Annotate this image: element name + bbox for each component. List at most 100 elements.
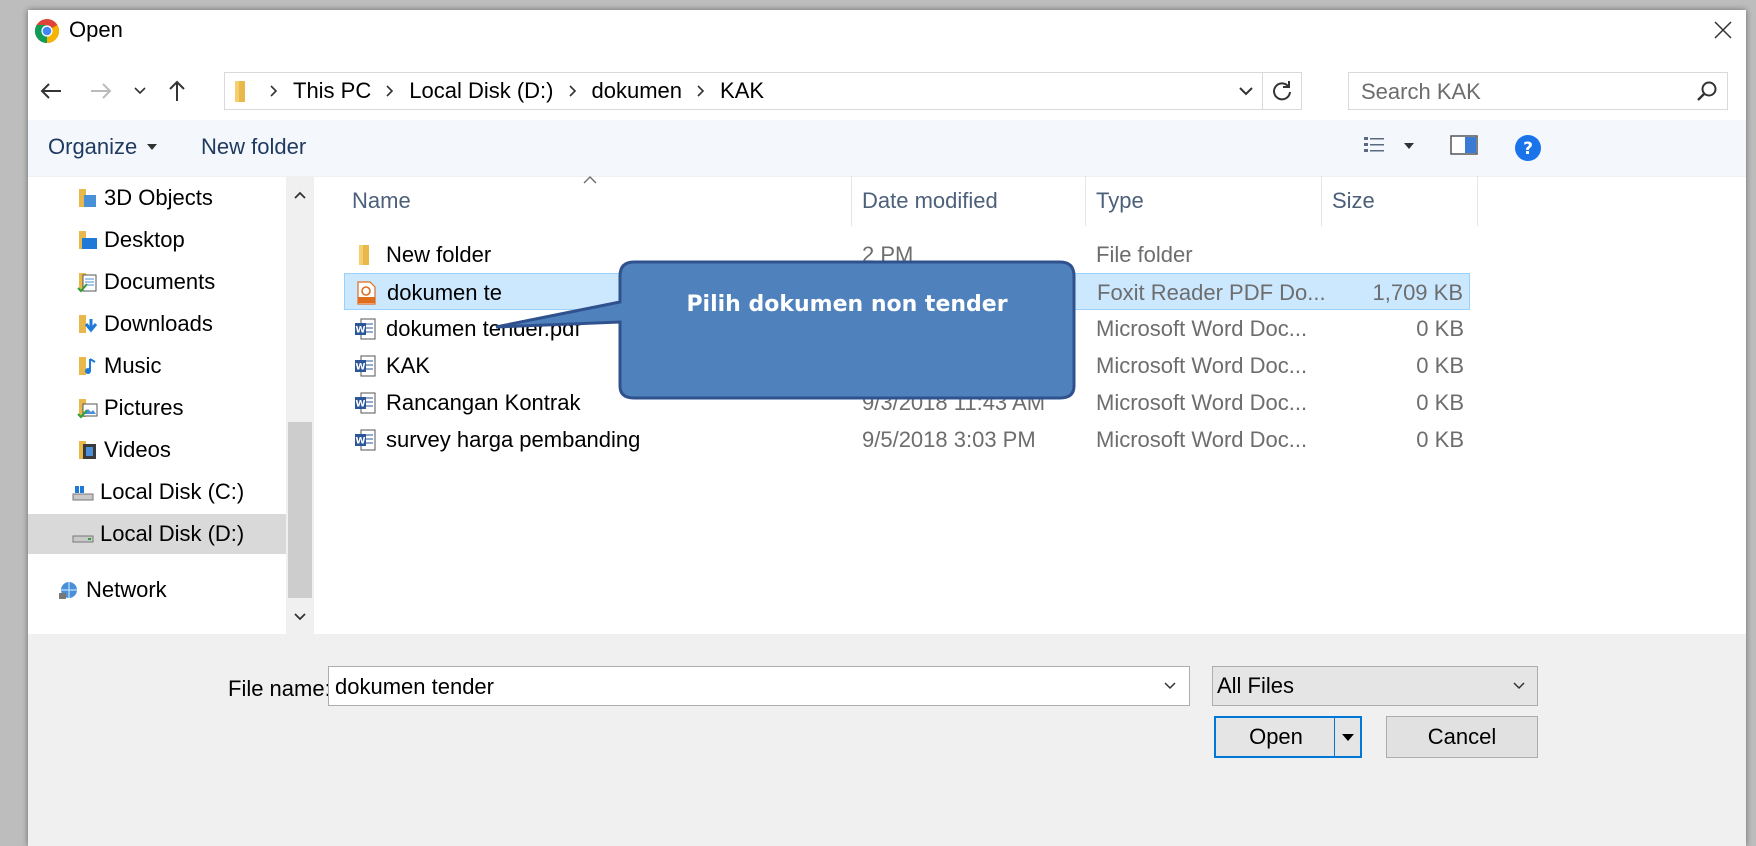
file-name-dropdown-button[interactable] (1155, 667, 1185, 705)
sidebar-item-network[interactable]: Network (28, 570, 286, 610)
drive-d-icon (72, 535, 94, 543)
videos-icon (79, 441, 96, 459)
sidebar-item-local-disk-d[interactable]: Local Disk (D:) (28, 514, 286, 554)
up-button[interactable] (162, 74, 192, 108)
sidebar-item-label: Local Disk (D:) (100, 521, 245, 546)
sidebar-item-downloads[interactable]: Downloads (28, 304, 286, 344)
word-doc-icon: W (355, 429, 376, 451)
breadcrumb-dokumen[interactable]: dokumen (592, 78, 683, 104)
sidebar-item-music[interactable]: Music (28, 346, 286, 386)
scroll-down-button[interactable] (286, 600, 314, 634)
details-view-icon (1364, 137, 1384, 152)
recent-locations-button[interactable] (128, 74, 152, 108)
forward-button[interactable] (84, 74, 118, 108)
folder-icon (235, 81, 245, 102)
sidebar-item-pictures[interactable]: Pictures (28, 388, 286, 428)
chevron-up-icon (294, 191, 306, 199)
cancel-label: Cancel (1427, 724, 1497, 749)
svg-text:W: W (356, 326, 366, 336)
sidebar-item-3d-objects[interactable]: 3D Objects (28, 178, 286, 218)
window-title: Open (69, 17, 123, 42)
scroll-up-button[interactable] (286, 178, 314, 212)
file-size: 0 KB (1416, 353, 1464, 378)
search-box[interactable] (1348, 72, 1728, 111)
sidebar-item-label: Desktop (104, 227, 185, 252)
downloads-icon (79, 315, 98, 333)
sidebar-item-label: Pictures (104, 395, 184, 420)
search-input[interactable] (1349, 73, 1683, 111)
chevron-down-icon (1239, 87, 1253, 96)
address-bar[interactable]: This PC Local Disk (D:) dokumen KAK (224, 72, 1302, 110)
search-icon (1697, 81, 1717, 101)
file-size: 0 KB (1416, 316, 1464, 341)
file-type: Foxit Reader PDF Do... (1097, 280, 1326, 305)
sidebar-item-desktop[interactable]: Desktop (28, 220, 286, 260)
desktop-icon (79, 231, 97, 249)
breadcrumb-this-pc[interactable]: This PC (293, 78, 371, 104)
file-name-input[interactable] (329, 667, 1157, 707)
preview-pane-button[interactable] (1450, 134, 1478, 156)
file-date: 9/5/2018 3:03 PM (862, 427, 1036, 452)
file-list: Name Date modified Type Size New folder … (314, 176, 1746, 634)
help-button[interactable]: ? (1514, 134, 1542, 162)
caret-down-icon (1341, 734, 1354, 741)
dialog-footer: File name: All Files Open Cancel (28, 634, 1746, 846)
back-button[interactable] (34, 74, 68, 108)
breadcrumb-local-disk-d[interactable]: Local Disk (D:) (409, 78, 553, 104)
file-name: dokumen tender.pdf (386, 316, 581, 341)
svg-text:W: W (356, 400, 366, 410)
file-row-survey-harga-pembanding[interactable]: W survey harga pembanding 9/5/2018 3:03 … (344, 421, 1470, 458)
chrome-icon (34, 19, 60, 43)
open-button[interactable]: Open (1214, 716, 1362, 758)
svg-text:W: W (356, 437, 366, 447)
svg-text:W: W (356, 363, 366, 373)
navigation-bar: This PC Local Disk (D:) dokumen KAK (28, 66, 1746, 116)
sidebar-item-documents[interactable]: Documents (28, 262, 286, 302)
file-name: dokumen te (387, 280, 502, 305)
new-folder-label: New folder (201, 134, 307, 159)
organize-button[interactable]: Organize (48, 134, 158, 160)
file-type-filter-select[interactable]: All Files (1212, 666, 1538, 706)
sidebar-item-label: Downloads (104, 311, 213, 336)
file-row-new-folder[interactable]: New folder 2 PM File folder (344, 236, 1470, 273)
sidebar-item-videos[interactable]: Videos (28, 430, 286, 470)
file-type: Microsoft Word Doc... (1096, 390, 1308, 415)
close-icon (1714, 21, 1732, 39)
callout-text: Pilih dokumen non tender (686, 292, 1008, 317)
new-folder-button[interactable]: New folder (201, 134, 306, 160)
file-name-label: File name: (228, 676, 331, 701)
address-dropdown-button[interactable] (1231, 73, 1261, 109)
close-button[interactable] (1700, 10, 1746, 50)
refresh-button[interactable] (1262, 73, 1301, 109)
open-options-button[interactable] (1335, 718, 1360, 756)
title-bar: Open (28, 10, 1746, 50)
cancel-button[interactable]: Cancel (1386, 716, 1538, 758)
column-header-size[interactable]: Size (1322, 176, 1478, 226)
3d-objects-icon (79, 189, 96, 207)
folder-icon (359, 245, 369, 265)
file-size: 1,709 KB (1372, 280, 1463, 305)
pdf-icon (357, 281, 376, 305)
command-toolbar: Organize New folder ? (28, 120, 1746, 177)
change-view-button[interactable] (1362, 134, 1414, 158)
sidebar-item-label: Music (104, 353, 162, 378)
file-type: File folder (1096, 242, 1193, 267)
file-row-kak[interactable]: W KAK 9/3/2018 11:41 AM Microsoft Word D… (344, 347, 1470, 384)
chevron-down-icon (134, 87, 146, 95)
documents-icon (77, 273, 97, 293)
breadcrumb-kak[interactable]: KAK (720, 78, 764, 104)
arrow-up-icon (169, 80, 185, 101)
sidebar-item-label: 3D Objects (104, 185, 213, 210)
filter-dropdown-button[interactable] (1507, 667, 1531, 705)
scroll-thumb[interactable] (288, 422, 312, 598)
column-header-label: Type (1096, 188, 1144, 213)
file-row-rancangan-kontrak[interactable]: W Rancangan Kontrak 9/3/2018 11:43 AM Mi… (344, 384, 1470, 421)
sidebar-item-local-disk-c[interactable]: Local Disk (C:) (28, 472, 286, 512)
column-header-date[interactable]: Date modified (852, 176, 1086, 226)
file-size: 0 KB (1416, 427, 1464, 452)
file-name-combobox[interactable] (328, 666, 1190, 707)
column-header-name[interactable]: Name (314, 176, 852, 226)
column-header-type[interactable]: Type (1086, 176, 1322, 226)
sidebar-scrollbar[interactable] (286, 176, 314, 634)
organize-label: Organize (48, 134, 138, 159)
